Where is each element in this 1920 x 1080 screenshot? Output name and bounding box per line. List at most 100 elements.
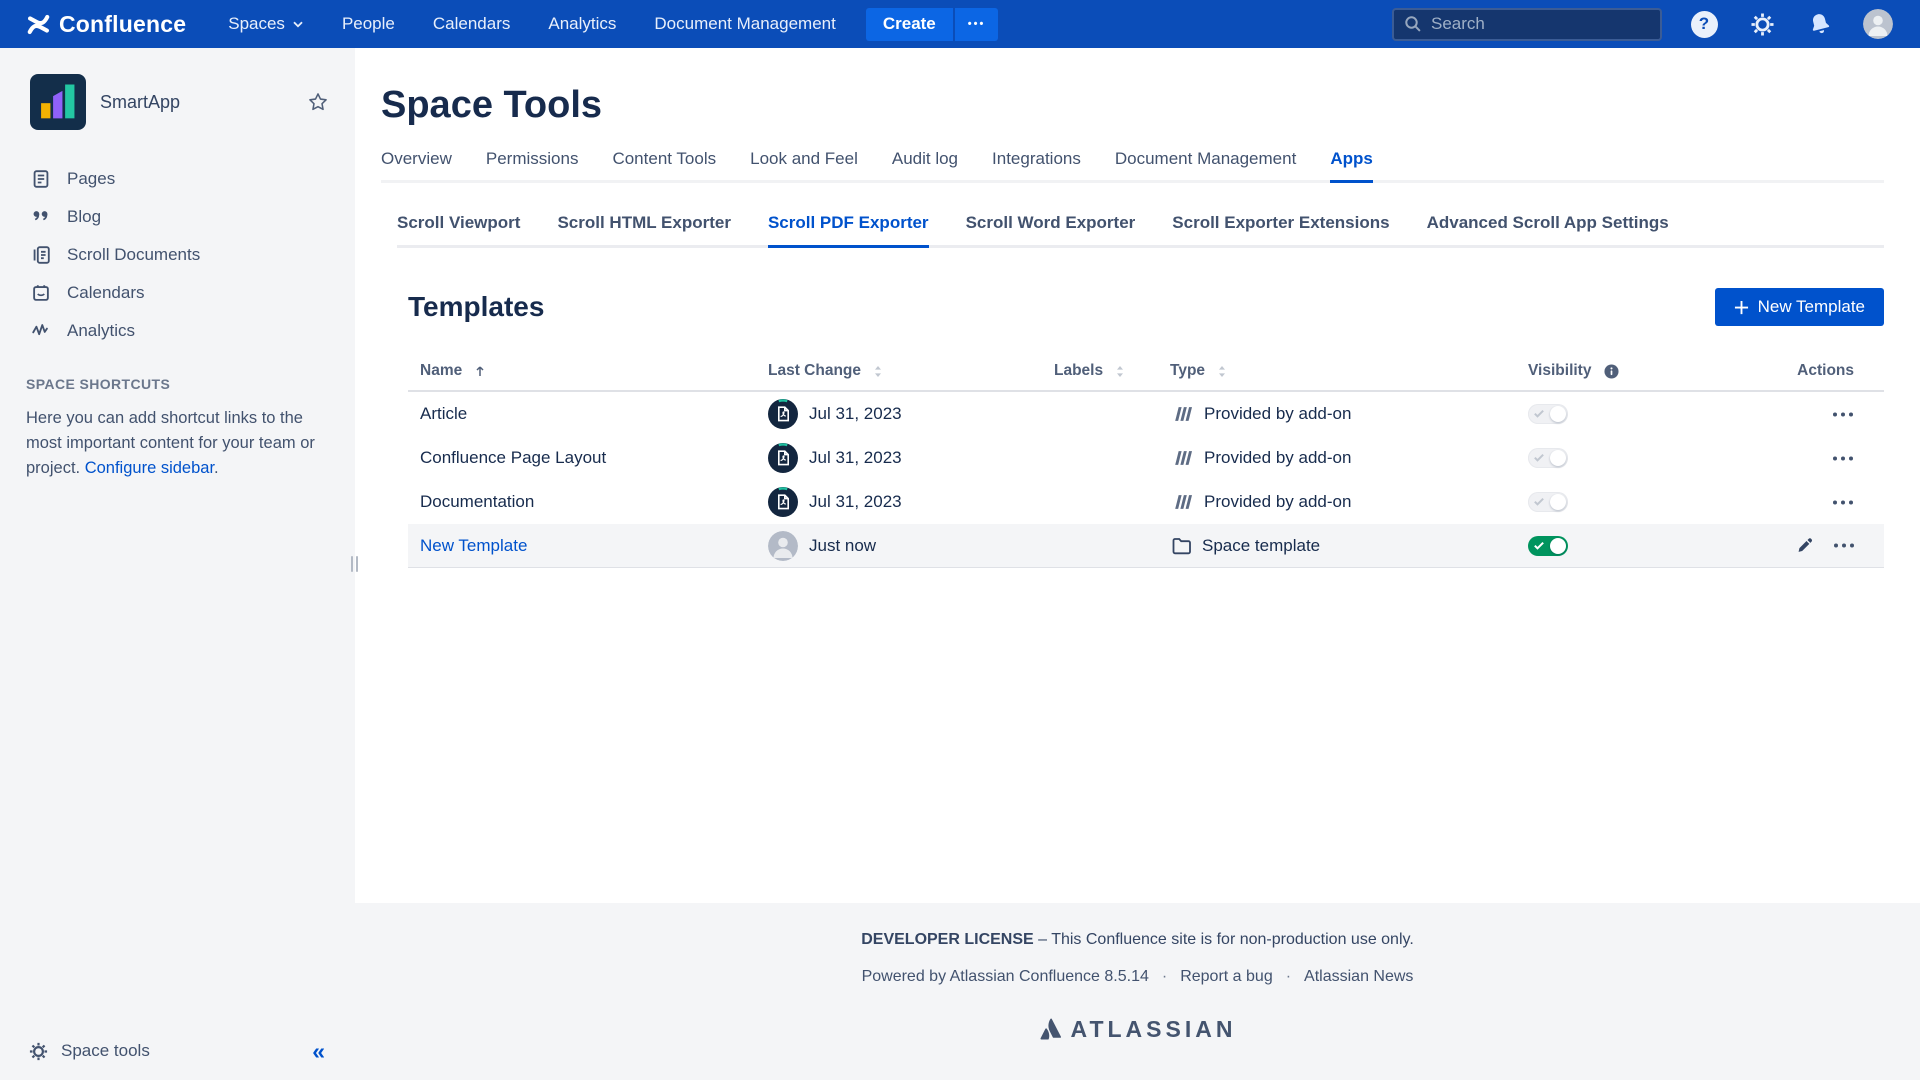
tab-permissions[interactable]: Permissions [486,149,579,183]
confluence-logo-icon [26,12,51,37]
addon-type-icon [1170,403,1196,425]
templates-heading: Templates [408,291,544,323]
column-header-type[interactable]: Type [1158,362,1516,380]
report-a-bug-link[interactable]: Report a bug [1180,968,1273,986]
more-actions-icon[interactable] [1832,500,1854,505]
template-type: Provided by add-on [1204,448,1351,468]
atlassian-logo: ATLASSIAN [355,1016,1920,1043]
settings-button[interactable] [1746,8,1778,40]
atlassian-logo-icon [1039,1018,1063,1041]
notifications-button[interactable] [1804,8,1836,40]
create-more-button[interactable]: ••• [955,8,999,41]
space-tools-button[interactable]: Space tools « [0,1022,355,1080]
tab-look-and-feel[interactable]: Look and Feel [750,149,858,183]
template-name: Confluence Page Layout [408,448,756,468]
confluence-brand[interactable]: Confluence [26,11,186,38]
subtab-scroll-pdf-exporter[interactable]: Scroll PDF Exporter [768,213,929,248]
tab-apps[interactable]: Apps [1330,149,1373,183]
analytics-icon [30,320,52,342]
template-row-article: Article Jul 31 [408,392,1884,436]
plus-icon [1734,300,1749,315]
profile-button[interactable] [1862,8,1894,40]
brand-name: Confluence [59,11,186,38]
help-button[interactable]: ? [1688,8,1720,40]
pdf-template-avatar-icon [768,487,798,517]
calendars-icon [30,282,52,304]
tab-overview[interactable]: Overview [381,149,452,183]
page-title: Space Tools [381,84,1884,127]
template-type: Provided by add-on [1204,492,1351,512]
nav-item-spaces[interactable]: Spaces [228,14,304,34]
tab-integrations[interactable]: Integrations [992,149,1081,183]
template-type: Provided by add-on [1204,404,1351,424]
subtab-scroll-viewport[interactable]: Scroll Viewport [397,213,520,248]
sidebar-item-pages[interactable]: Pages [0,160,355,198]
nav-item-calendars[interactable]: Calendars [433,14,511,34]
sidebar-item-blog[interactable]: Blog [0,198,355,236]
star-icon [307,91,329,113]
nav-item-analytics[interactable]: Analytics [548,14,616,34]
apps-subtabs: Scroll Viewport Scroll HTML Exporter Scr… [397,213,1884,248]
sidebar-item-calendars[interactable]: Calendars [0,274,355,312]
nav-item-document-management[interactable]: Document Management [654,14,835,34]
top-navigation-bar: Confluence Spaces People Calendars Analy… [0,0,1920,48]
templates-panel: Templates New Template Name [408,288,1884,568]
check-icon [1534,453,1544,462]
more-actions-icon[interactable] [1832,412,1854,417]
more-actions-icon[interactable] [1832,456,1854,461]
configure-sidebar-link[interactable]: Configure sidebar [85,459,214,477]
last-change-date: Just now [809,536,876,556]
info-icon[interactable] [1604,364,1619,379]
tab-document-management[interactable]: Document Management [1115,149,1296,183]
search-input[interactable] [1431,14,1650,34]
check-icon [1534,409,1544,418]
pages-icon [30,168,52,190]
subtab-scroll-word-exporter[interactable]: Scroll Word Exporter [966,213,1136,248]
template-name: Article [408,404,756,424]
create-button[interactable]: Create [866,8,953,41]
space-sidebar: SmartApp Pages [0,48,355,1080]
global-nav-menu: Spaces People Calendars Analytics Docume… [228,14,836,34]
subtab-scroll-html-exporter[interactable]: Scroll HTML Exporter [557,213,731,248]
collapse-sidebar-icon[interactable]: « [312,1040,325,1063]
column-header-labels[interactable]: Labels [1042,362,1158,380]
visibility-toggle[interactable] [1528,536,1568,556]
last-change-date: Jul 31, 2023 [809,492,902,512]
chevron-down-icon [292,20,304,29]
subtab-scroll-exporter-extensions[interactable]: Scroll Exporter Extensions [1172,213,1389,248]
edit-pencil-icon[interactable] [1795,536,1815,556]
column-header-name[interactable]: Name [408,362,756,380]
last-change-date: Jul 31, 2023 [809,448,902,468]
template-name: Documentation [408,492,756,512]
license-notice: DEVELOPER LICENSE – This Confluence site… [355,931,1920,949]
template-name-link[interactable]: New Template [420,536,527,556]
global-search[interactable] [1392,8,1662,41]
page-footer: DEVELOPER LICENSE – This Confluence site… [355,903,1920,1080]
sort-asc-icon [475,365,485,377]
new-template-button[interactable]: New Template [1715,288,1884,326]
space-tools-gear-icon [28,1041,49,1062]
space-logo[interactable] [30,74,86,130]
sidebar-resize-handle[interactable] [351,556,360,572]
tab-audit-log[interactable]: Audit log [892,149,958,183]
table-header-row: Name Last Change Labels [408,352,1884,392]
main-content: Space Tools Overview Permissions Content… [355,48,1920,903]
addon-type-icon [1170,447,1196,469]
template-row-confluence-page-layout: Confluence Page Layout [408,436,1884,480]
pdf-template-avatar-icon [768,399,798,429]
atlassian-wordmark: ATLASSIAN [1071,1016,1237,1043]
atlassian-news-link[interactable]: Atlassian News [1304,968,1413,986]
column-header-last-change[interactable]: Last Change [756,362,1042,380]
favorite-space-button[interactable] [307,91,329,113]
sidebar-item-analytics[interactable]: Analytics [0,312,355,350]
tab-content-tools[interactable]: Content Tools [612,149,716,183]
sidebar-item-scroll-documents[interactable]: Scroll Documents [0,236,355,274]
more-actions-icon[interactable] [1833,543,1855,548]
nav-item-people[interactable]: People [342,14,395,34]
settings-gear-icon [1749,11,1776,38]
user-avatar-icon [1863,9,1893,39]
subtab-advanced-scroll-app-settings[interactable]: Advanced Scroll App Settings [1427,213,1669,248]
template-row-documentation: Documentation [408,480,1884,524]
visibility-toggle [1528,404,1568,424]
notifications-bell-icon [1804,8,1836,40]
